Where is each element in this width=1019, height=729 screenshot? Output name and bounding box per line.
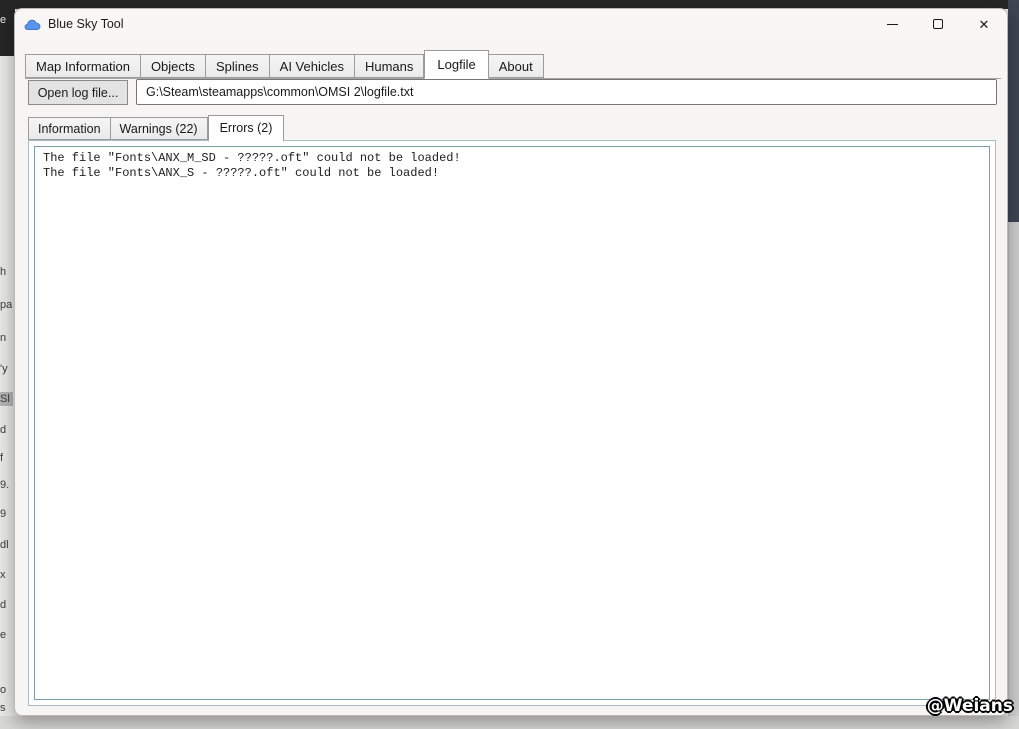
log-tab-information[interactable]: Information (28, 117, 111, 140)
tab-splines[interactable]: Splines (206, 54, 270, 78)
tab-about[interactable]: About (488, 54, 544, 78)
log-panel: The file "Fonts\ANX_M_SD - ?????.oft" co… (28, 140, 996, 706)
background-text-fragment: e (0, 14, 7, 26)
background-text-fragment: o (0, 684, 7, 696)
backdrop-left-window-sliver: h pa n 'y Sl d f 9. 9 dl x d e o s (0, 56, 13, 716)
tab-map-information[interactable]: Map Information (25, 54, 141, 78)
backdrop-topleft-block: e (0, 0, 15, 56)
tab-humans[interactable]: Humans (354, 54, 425, 78)
background-text-fragment: dl (0, 539, 9, 551)
backdrop-bottom-strip (0, 716, 1019, 729)
background-text-fragment: 9 (0, 508, 7, 520)
background-text-fragment: d (0, 599, 7, 611)
minimize-button[interactable] (869, 9, 915, 39)
background-text-fragment: n (0, 332, 7, 344)
background-text-fragment: h (0, 266, 7, 278)
background-text-fragment: f (0, 452, 4, 464)
watermark: @Weians (926, 696, 1013, 716)
title-bar: Blue Sky Tool ✕ (15, 9, 1007, 39)
app-cloud-icon (24, 17, 41, 31)
minimize-icon (886, 23, 898, 25)
background-text-fragment: e (0, 629, 7, 641)
window-title: Blue Sky Tool (48, 17, 124, 31)
log-output-area[interactable]: The file "Fonts\ANX_M_SD - ?????.oft" co… (34, 146, 990, 700)
log-lines: The file "Fonts\ANX_M_SD - ?????.oft" co… (43, 151, 461, 180)
tab-ai-vehicles[interactable]: AI Vehicles (269, 54, 355, 78)
background-text-fragment: 9. (0, 479, 10, 491)
tab-objects[interactable]: Objects (140, 54, 207, 78)
close-icon: ✕ (978, 16, 990, 32)
log-tab-strip: Information Warnings (22) Errors (2) (28, 113, 285, 142)
main-tab-strip: Map Information Objects Splines AI Vehicles… (25, 45, 1001, 79)
background-text-fragment: 'y (0, 363, 8, 375)
log-tab-warnings-22[interactable]: Warnings (22) (110, 117, 208, 140)
close-button[interactable]: ✕ (961, 9, 1007, 39)
open-log-file-button[interactable]: Open log file... (28, 80, 128, 105)
background-scrollbar (1008, 222, 1019, 716)
background-text-fragment: s (0, 702, 6, 714)
background-text-fragment: x (0, 569, 6, 581)
maximize-button[interactable] (915, 9, 961, 39)
background-text-fragment: Sl (0, 392, 13, 406)
backdrop-topright-block (1008, 0, 1019, 222)
app-window: Blue Sky Tool ✕ Map Information Objects Sp… (14, 8, 1008, 716)
tab-logfile[interactable]: Logfile (424, 50, 489, 79)
log-path-input[interactable] (136, 79, 997, 105)
window-controls: ✕ (869, 9, 1007, 39)
background-text-fragment: d (0, 424, 7, 436)
maximize-icon (933, 19, 943, 29)
background-text-fragment: pa (0, 299, 12, 311)
log-tab-errors-2[interactable]: Errors (2) (207, 115, 285, 142)
